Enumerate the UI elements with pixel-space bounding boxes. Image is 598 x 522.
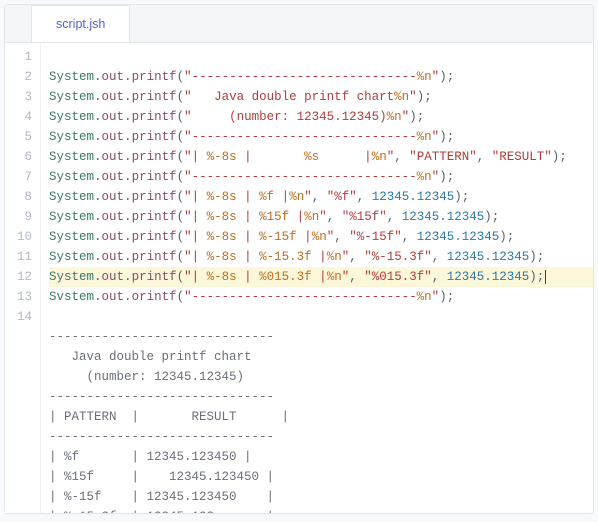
code-line[interactable]: System.out.printf("| %-8s | %s |%n", "PA… <box>49 147 593 167</box>
line-number: 9 <box>5 207 32 227</box>
code-line[interactable]: System.out.printf("| %-8s | %15f |%n", "… <box>49 207 593 227</box>
output-line: ------------------------------ <box>49 427 593 447</box>
code-line[interactable]: System.out.printf("---------------------… <box>49 67 593 87</box>
line-number-gutter: 1234567891011121314 <box>5 43 41 513</box>
line-number: 10 <box>5 227 32 247</box>
code-lines[interactable]: System.out.printf("---------------------… <box>41 43 593 513</box>
line-number: 6 <box>5 147 32 167</box>
code-line[interactable]: System.out.printf("---------------------… <box>49 167 593 187</box>
line-number: 14 <box>5 307 32 327</box>
code-line[interactable] <box>49 307 593 327</box>
code-line[interactable]: System.out.printf(" (number: 12345.12345… <box>49 107 593 127</box>
line-number: 1 <box>5 47 32 67</box>
line-number <box>5 387 32 407</box>
line-number: 7 <box>5 167 32 187</box>
line-number: 3 <box>5 87 32 107</box>
output-line: ------------------------------ <box>49 387 593 407</box>
line-number: 2 <box>5 67 32 87</box>
output-line: (number: 12345.12345) <box>49 367 593 387</box>
output-line: Java double printf chart <box>49 347 593 367</box>
line-number: 13 <box>5 287 32 307</box>
line-number <box>5 507 32 513</box>
code-line[interactable]: System.out.printf("| %-8s | %f |%n", "%f… <box>49 187 593 207</box>
output-line: | %-15.3f | 12345.123 | <box>49 507 593 513</box>
line-number <box>5 487 32 507</box>
file-tab-label: script.jsh <box>56 17 105 31</box>
code-line[interactable]: System.out.printf("| %-8s | %-15f |%n", … <box>49 227 593 247</box>
output-line: | %-15f | 12345.123450 | <box>49 487 593 507</box>
file-tab[interactable]: script.jsh <box>31 5 130 42</box>
code-line[interactable]: System.out.printf(" Java double printf c… <box>49 87 593 107</box>
line-number <box>5 467 32 487</box>
line-number: 5 <box>5 127 32 147</box>
code-line[interactable]: System.out.printf("| %-8s | %-15.3f |%n"… <box>49 247 593 267</box>
line-number: 11 <box>5 247 32 267</box>
line-number: 12 <box>5 267 32 287</box>
line-number <box>5 427 32 447</box>
line-number <box>5 327 32 347</box>
line-number <box>5 367 32 387</box>
output-line: | %15f | 12345.123450 | <box>49 467 593 487</box>
output-line: ------------------------------ <box>49 327 593 347</box>
code-area[interactable]: 1234567891011121314 System.out.printf("-… <box>5 43 593 513</box>
line-number: 8 <box>5 187 32 207</box>
output-line: | %f | 12345.123450 | <box>49 447 593 467</box>
code-editor: script.jsh 1234567891011121314 System.ou… <box>4 4 594 514</box>
line-number: 4 <box>5 107 32 127</box>
line-number <box>5 347 32 367</box>
code-line[interactable]: System.out.printf("---------------------… <box>49 127 593 147</box>
code-line[interactable] <box>49 47 593 67</box>
line-number <box>5 447 32 467</box>
text-cursor <box>545 270 546 284</box>
code-line[interactable]: Svstem.out.orintf("---------------------… <box>49 287 593 307</box>
line-number <box>5 407 32 427</box>
tab-bar: script.jsh <box>5 5 593 43</box>
output-line: | PATTERN | RESULT | <box>49 407 593 427</box>
code-line[interactable]: System.out.printf("| %-8s | %015.3f |%n"… <box>49 267 593 287</box>
